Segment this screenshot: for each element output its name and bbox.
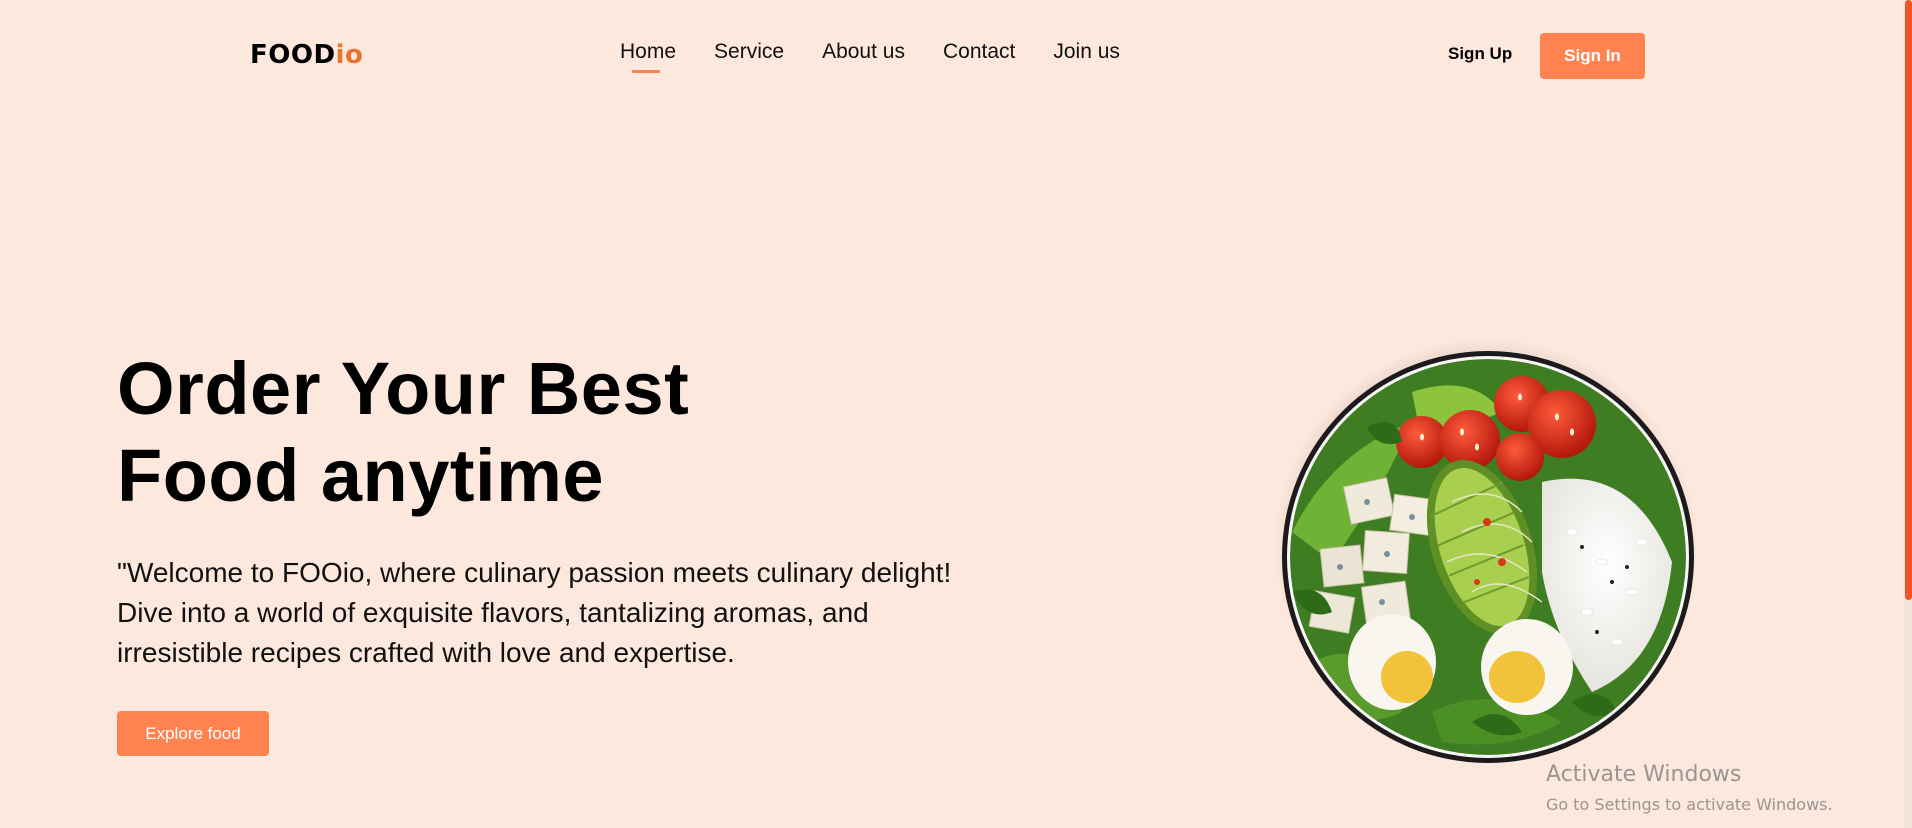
nav-contact[interactable]: Contact bbox=[943, 40, 1015, 64]
nav-join-us[interactable]: Join us bbox=[1053, 40, 1120, 64]
page-scrollbar[interactable] bbox=[1904, 0, 1912, 828]
watermark-subtitle: Go to Settings to activate Windows. bbox=[1546, 795, 1833, 814]
salad-bowl-image bbox=[1274, 338, 1698, 763]
hero-title-line1: Order Your Best bbox=[117, 347, 690, 430]
logo[interactable]: FOODio bbox=[250, 40, 363, 70]
watermark-title: Activate Windows bbox=[1546, 762, 1742, 787]
logo-main: FOOD bbox=[250, 40, 336, 70]
nav-home[interactable]: Home bbox=[620, 40, 676, 73]
nav-about-us[interactable]: About us bbox=[822, 40, 905, 64]
hero-title: Order Your Best Food anytime bbox=[117, 345, 689, 519]
logo-accent: io bbox=[335, 40, 364, 70]
main-nav: Home Service About us Contact Join us bbox=[620, 40, 1120, 73]
hero-description: "Welcome to FOOio, where culinary passio… bbox=[117, 557, 952, 668]
sign-up-link[interactable]: Sign Up bbox=[1448, 44, 1512, 64]
explore-food-button[interactable]: Explore food bbox=[117, 711, 269, 756]
nav-service[interactable]: Service bbox=[714, 40, 784, 64]
scrollbar-thumb[interactable] bbox=[1905, 0, 1912, 600]
hero-title-line2: Food anytime bbox=[117, 434, 605, 517]
windows-activation-watermark: Activate Windows Go to Settings to activ… bbox=[1546, 762, 1833, 814]
sign-in-button[interactable]: Sign In bbox=[1540, 33, 1645, 79]
